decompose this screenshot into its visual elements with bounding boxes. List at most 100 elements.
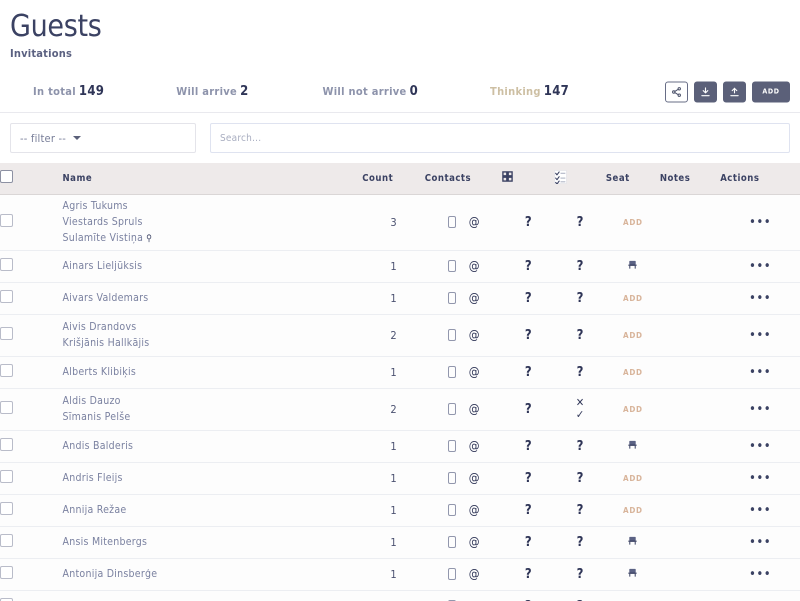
add-guest-button[interactable]: ADD (752, 81, 790, 102)
row-checkbox[interactable] (0, 258, 13, 271)
guest-name[interactable]: Aivis Drandovs (63, 319, 363, 335)
phone-icon[interactable] (448, 472, 456, 484)
email-icon[interactable]: @ (469, 403, 480, 415)
seat-add-button[interactable]: ADD (623, 506, 643, 515)
table-row[interactable]: Annija Režae1@??ADD••• (0, 494, 800, 526)
row-notes-cell[interactable] (660, 314, 720, 356)
phone-icon[interactable] (448, 366, 456, 378)
phone-icon[interactable] (448, 536, 456, 548)
guest-name[interactable]: Krišjānis Hallkājis (63, 335, 363, 351)
status-unknown-icon[interactable]: ? (577, 328, 584, 343)
qr-status-icon[interactable]: ? (525, 259, 532, 274)
column-header-seat[interactable]: Seat (606, 163, 660, 194)
guest-name[interactable]: Aivars Valdemars (63, 290, 363, 306)
qr-status-icon[interactable]: ? (525, 535, 532, 550)
row-notes-cell[interactable] (660, 250, 720, 282)
phone-icon[interactable] (448, 504, 456, 516)
guest-name[interactable]: Ansis Mitenbergs (63, 534, 363, 550)
row-actions-menu[interactable]: ••• (749, 328, 771, 343)
row-checkbox[interactable] (0, 470, 13, 483)
table-row[interactable]: Aivars Valdemars1@??ADD••• (0, 282, 800, 314)
phone-icon[interactable] (448, 292, 456, 304)
status-unknown-icon[interactable]: ? (577, 471, 584, 486)
guest-name[interactable]: Viestards Spruls (63, 214, 363, 230)
accept-icon[interactable]: ✓ (554, 409, 606, 421)
row-checkbox[interactable] (0, 534, 13, 547)
row-notes-cell[interactable] (660, 430, 720, 462)
import-button[interactable] (723, 81, 746, 102)
guest-name[interactable]: Ainars Lieljūksis (63, 258, 363, 274)
row-checkbox[interactable] (0, 438, 13, 451)
seat-add-button[interactable]: ADD (623, 474, 643, 483)
phone-icon[interactable] (448, 403, 456, 415)
status-unknown-icon[interactable]: ? (577, 215, 584, 230)
row-actions-menu[interactable]: ••• (749, 503, 771, 518)
table-row[interactable]: Ainars Lieljūksis1@??••• (0, 250, 800, 282)
column-header-qr[interactable] (502, 163, 554, 194)
seat-add-button[interactable]: ADD (623, 405, 643, 414)
row-checkbox[interactable] (0, 290, 13, 303)
row-actions-menu[interactable]: ••• (749, 535, 771, 550)
table-row[interactable]: Antonija Dinsberģe1@??••• (0, 558, 800, 590)
row-notes-cell[interactable] (660, 558, 720, 590)
row-checkbox[interactable] (0, 401, 13, 414)
status-unknown-icon[interactable]: ? (577, 439, 584, 454)
chair-icon[interactable] (627, 537, 638, 549)
qr-status-icon[interactable]: ? (525, 215, 532, 230)
seat-add-button[interactable]: ADD (623, 331, 643, 340)
table-row[interactable]: Alberts Klibiķis1@??ADD••• (0, 356, 800, 388)
row-actions-menu[interactable]: ••• (749, 291, 771, 306)
table-row[interactable]: Andris Fleijs1@??ADD••• (0, 462, 800, 494)
column-header-contacts[interactable]: Contacts (425, 163, 503, 194)
qr-status-icon[interactable]: ? (525, 503, 532, 518)
row-actions-menu[interactable]: ••• (749, 215, 771, 230)
qr-status-icon[interactable]: ? (525, 291, 532, 306)
table-row[interactable]: Aivis DrandovsKrišjānis Hallkājis2@??ADD… (0, 314, 800, 356)
phone-icon[interactable] (448, 329, 456, 341)
row-checkbox[interactable] (0, 214, 13, 227)
row-checkbox[interactable] (0, 364, 13, 377)
row-notes-cell[interactable] (660, 282, 720, 314)
status-unknown-icon[interactable]: ? (577, 503, 584, 518)
row-actions-menu[interactable]: ••• (749, 259, 771, 274)
chair-icon[interactable] (627, 441, 638, 453)
guest-name[interactable]: Andris Fleijs (63, 470, 363, 486)
seat-add-button[interactable]: ADD (623, 368, 643, 377)
table-row[interactable]: Arkādijs Grasmanis1@??ADD••• (0, 590, 800, 601)
qr-status-icon[interactable]: ? (525, 567, 532, 582)
row-notes-cell[interactable] (660, 590, 720, 601)
guest-name[interactable]: Sīmanis Pelše (63, 409, 363, 425)
qr-status-icon[interactable]: ? (525, 328, 532, 343)
guest-name[interactable]: Annija Režae (63, 502, 363, 518)
email-icon[interactable]: @ (469, 292, 480, 304)
status-unknown-icon[interactable]: ? (577, 365, 584, 380)
row-actions-menu[interactable]: ••• (749, 365, 771, 380)
column-header-checklist[interactable] (554, 163, 606, 194)
qr-status-icon[interactable]: ? (525, 471, 532, 486)
email-icon[interactable]: @ (469, 366, 480, 378)
guest-name[interactable]: Sulamīte Vistiņa⚲ (63, 230, 363, 247)
filter-select[interactable]: -- filter -- (10, 123, 196, 153)
row-notes-cell[interactable] (660, 194, 720, 250)
guest-name[interactable]: Aldis Dauzo (63, 393, 363, 409)
qr-status-icon[interactable]: ? (525, 402, 532, 417)
column-header-name[interactable]: Name (63, 163, 363, 194)
guest-name[interactable]: Alberts Klibiķis (63, 364, 363, 380)
email-icon[interactable]: @ (469, 260, 480, 272)
qr-status-icon[interactable]: ? (525, 365, 532, 380)
table-row[interactable]: Agris TukumsViestards SprulsSulamīte Vis… (0, 194, 800, 250)
phone-icon[interactable] (448, 216, 456, 228)
row-actions-menu[interactable]: ••• (749, 402, 771, 417)
search-input[interactable] (210, 123, 790, 153)
email-icon[interactable]: @ (469, 329, 480, 341)
email-icon[interactable]: @ (469, 216, 480, 228)
guest-name[interactable]: Agris Tukums (63, 198, 363, 214)
email-icon[interactable]: @ (469, 568, 480, 580)
row-actions-menu[interactable]: ••• (749, 567, 771, 582)
row-notes-cell[interactable] (660, 526, 720, 558)
chair-icon[interactable] (627, 569, 638, 581)
row-checkbox[interactable] (0, 327, 13, 340)
row-actions-menu[interactable]: ••• (749, 439, 771, 454)
email-icon[interactable]: @ (469, 472, 480, 484)
table-row[interactable]: Ansis Mitenbergs1@??••• (0, 526, 800, 558)
